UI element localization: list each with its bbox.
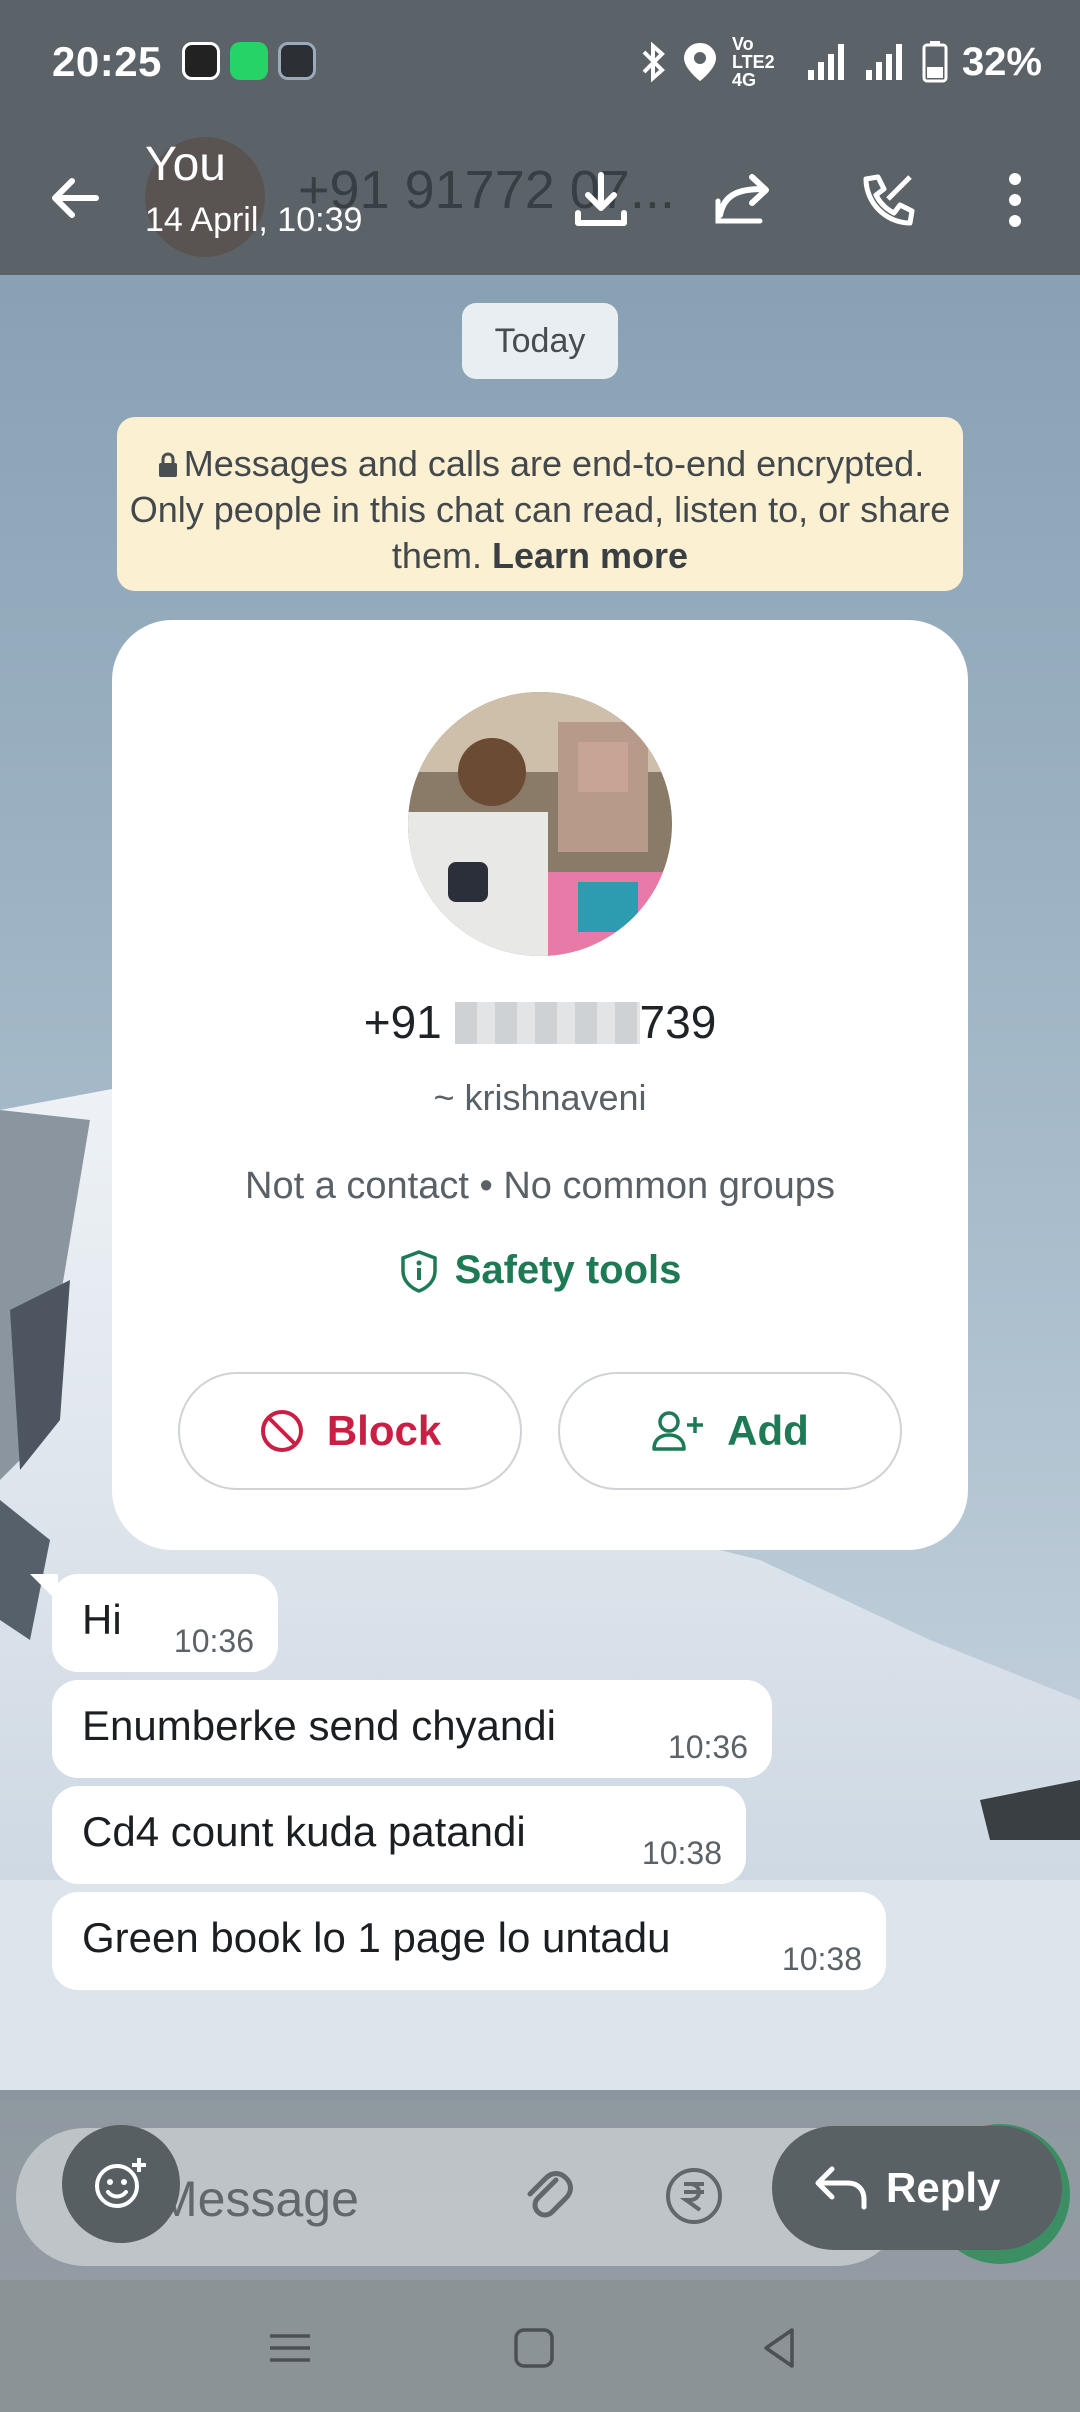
message-text: Hi xyxy=(82,1596,122,1643)
recents-icon[interactable] xyxy=(262,2320,318,2376)
encryption-notice[interactable]: Messages and calls are end-to-end encryp… xyxy=(117,417,963,591)
call-edit-icon[interactable] xyxy=(852,165,922,235)
message-bubble[interactable]: Hi 10:36 xyxy=(52,1574,278,1672)
message-time: 10:38 xyxy=(641,1835,722,1871)
system-nav-bar xyxy=(0,2280,1080,2412)
message-text: Cd4 count kuda patandi xyxy=(82,1808,526,1855)
message-text: Green book lo 1 page lo untadu xyxy=(82,1914,671,1961)
unknown-contact-card: +91 739 ~ krishnaveni Not a contact • No… xyxy=(112,620,968,1550)
block-button[interactable]: Block xyxy=(178,1372,522,1490)
lock-icon xyxy=(158,452,177,477)
attach-icon[interactable] xyxy=(516,2164,580,2228)
shield-icon xyxy=(400,1249,437,1293)
battery-icon xyxy=(922,41,948,83)
contact-photo-image xyxy=(408,692,672,956)
block-label: Block xyxy=(326,1407,442,1454)
contact-photo[interactable] xyxy=(408,692,672,956)
status-indicators: Vo LTE2 4G 32% xyxy=(638,34,1042,90)
message-timestamp: 14 April, 10:39 xyxy=(145,201,363,239)
battery-percent: 32% xyxy=(961,39,1042,84)
bluetooth-icon xyxy=(642,42,665,82)
location-icon xyxy=(683,43,716,81)
status-time: 20:25 xyxy=(52,38,162,85)
react-button[interactable] xyxy=(62,2125,180,2243)
message-input[interactable]: Message xyxy=(156,2170,359,2228)
phone-prefix: +91 xyxy=(363,996,442,1048)
phone-suffix: 739 xyxy=(639,996,717,1048)
whatsapp-notification-icon xyxy=(230,42,268,80)
add-reaction-icon xyxy=(95,2158,146,2208)
back-nav-icon[interactable] xyxy=(752,2320,808,2376)
safety-tools-link[interactable]: Safety tools xyxy=(112,1248,968,1293)
reply-button[interactable]: Reply xyxy=(772,2126,1062,2250)
reply-arrow-icon xyxy=(815,2166,867,2210)
add-person-icon xyxy=(652,1411,704,1451)
rupee-payment-icon[interactable] xyxy=(662,2164,726,2228)
network-type: Vo LTE2 4G xyxy=(731,34,775,90)
selection-app-bar: +91 91772 07... You 14 April, 10:39 xyxy=(0,125,1080,275)
signal-icon xyxy=(807,44,844,80)
app-notification-icon-2 xyxy=(278,42,316,80)
block-icon xyxy=(260,1410,303,1452)
phone-redacted xyxy=(454,1002,640,1044)
status-bar: 20:25 Vo LTE2 4G 32% xyxy=(0,0,1080,125)
learn-more-link[interactable]: Learn more xyxy=(492,535,688,576)
message-time: 10:36 xyxy=(667,1729,748,1765)
contact-alias: ~ krishnaveni xyxy=(433,1077,647,1118)
download-icon[interactable] xyxy=(566,165,636,235)
message-time: 10:36 xyxy=(173,1623,254,1659)
message-bubble[interactable]: Cd4 count kuda patandi 10:38 xyxy=(52,1786,746,1884)
home-icon[interactable] xyxy=(506,2320,562,2376)
more-options-icon[interactable] xyxy=(980,165,1050,235)
message-bubble[interactable]: Enumberke send chyandi 10:36 xyxy=(52,1680,772,1778)
message-bubble[interactable]: Green book lo 1 page lo untadu 10:38 xyxy=(52,1892,886,1990)
contact-phone-number: +91 739 xyxy=(112,995,968,1049)
back-arrow-icon[interactable] xyxy=(40,163,110,233)
add-contact-button[interactable]: Add xyxy=(558,1372,902,1490)
forward-icon[interactable] xyxy=(710,165,780,235)
date-chip: Today xyxy=(462,303,618,379)
safety-tools-label: Safety tools xyxy=(454,1248,682,1292)
message-text: Enumberke send chyandi xyxy=(82,1702,556,1749)
app-notification-icon xyxy=(182,42,220,80)
message-sender: You xyxy=(145,138,226,191)
message-time: 10:38 xyxy=(781,1941,862,1977)
reply-label: Reply xyxy=(886,2164,1001,2211)
add-label: Add xyxy=(727,1407,809,1454)
signal-icon-2 xyxy=(865,44,902,80)
contact-meta: Not a contact • No common groups xyxy=(245,1165,835,1207)
